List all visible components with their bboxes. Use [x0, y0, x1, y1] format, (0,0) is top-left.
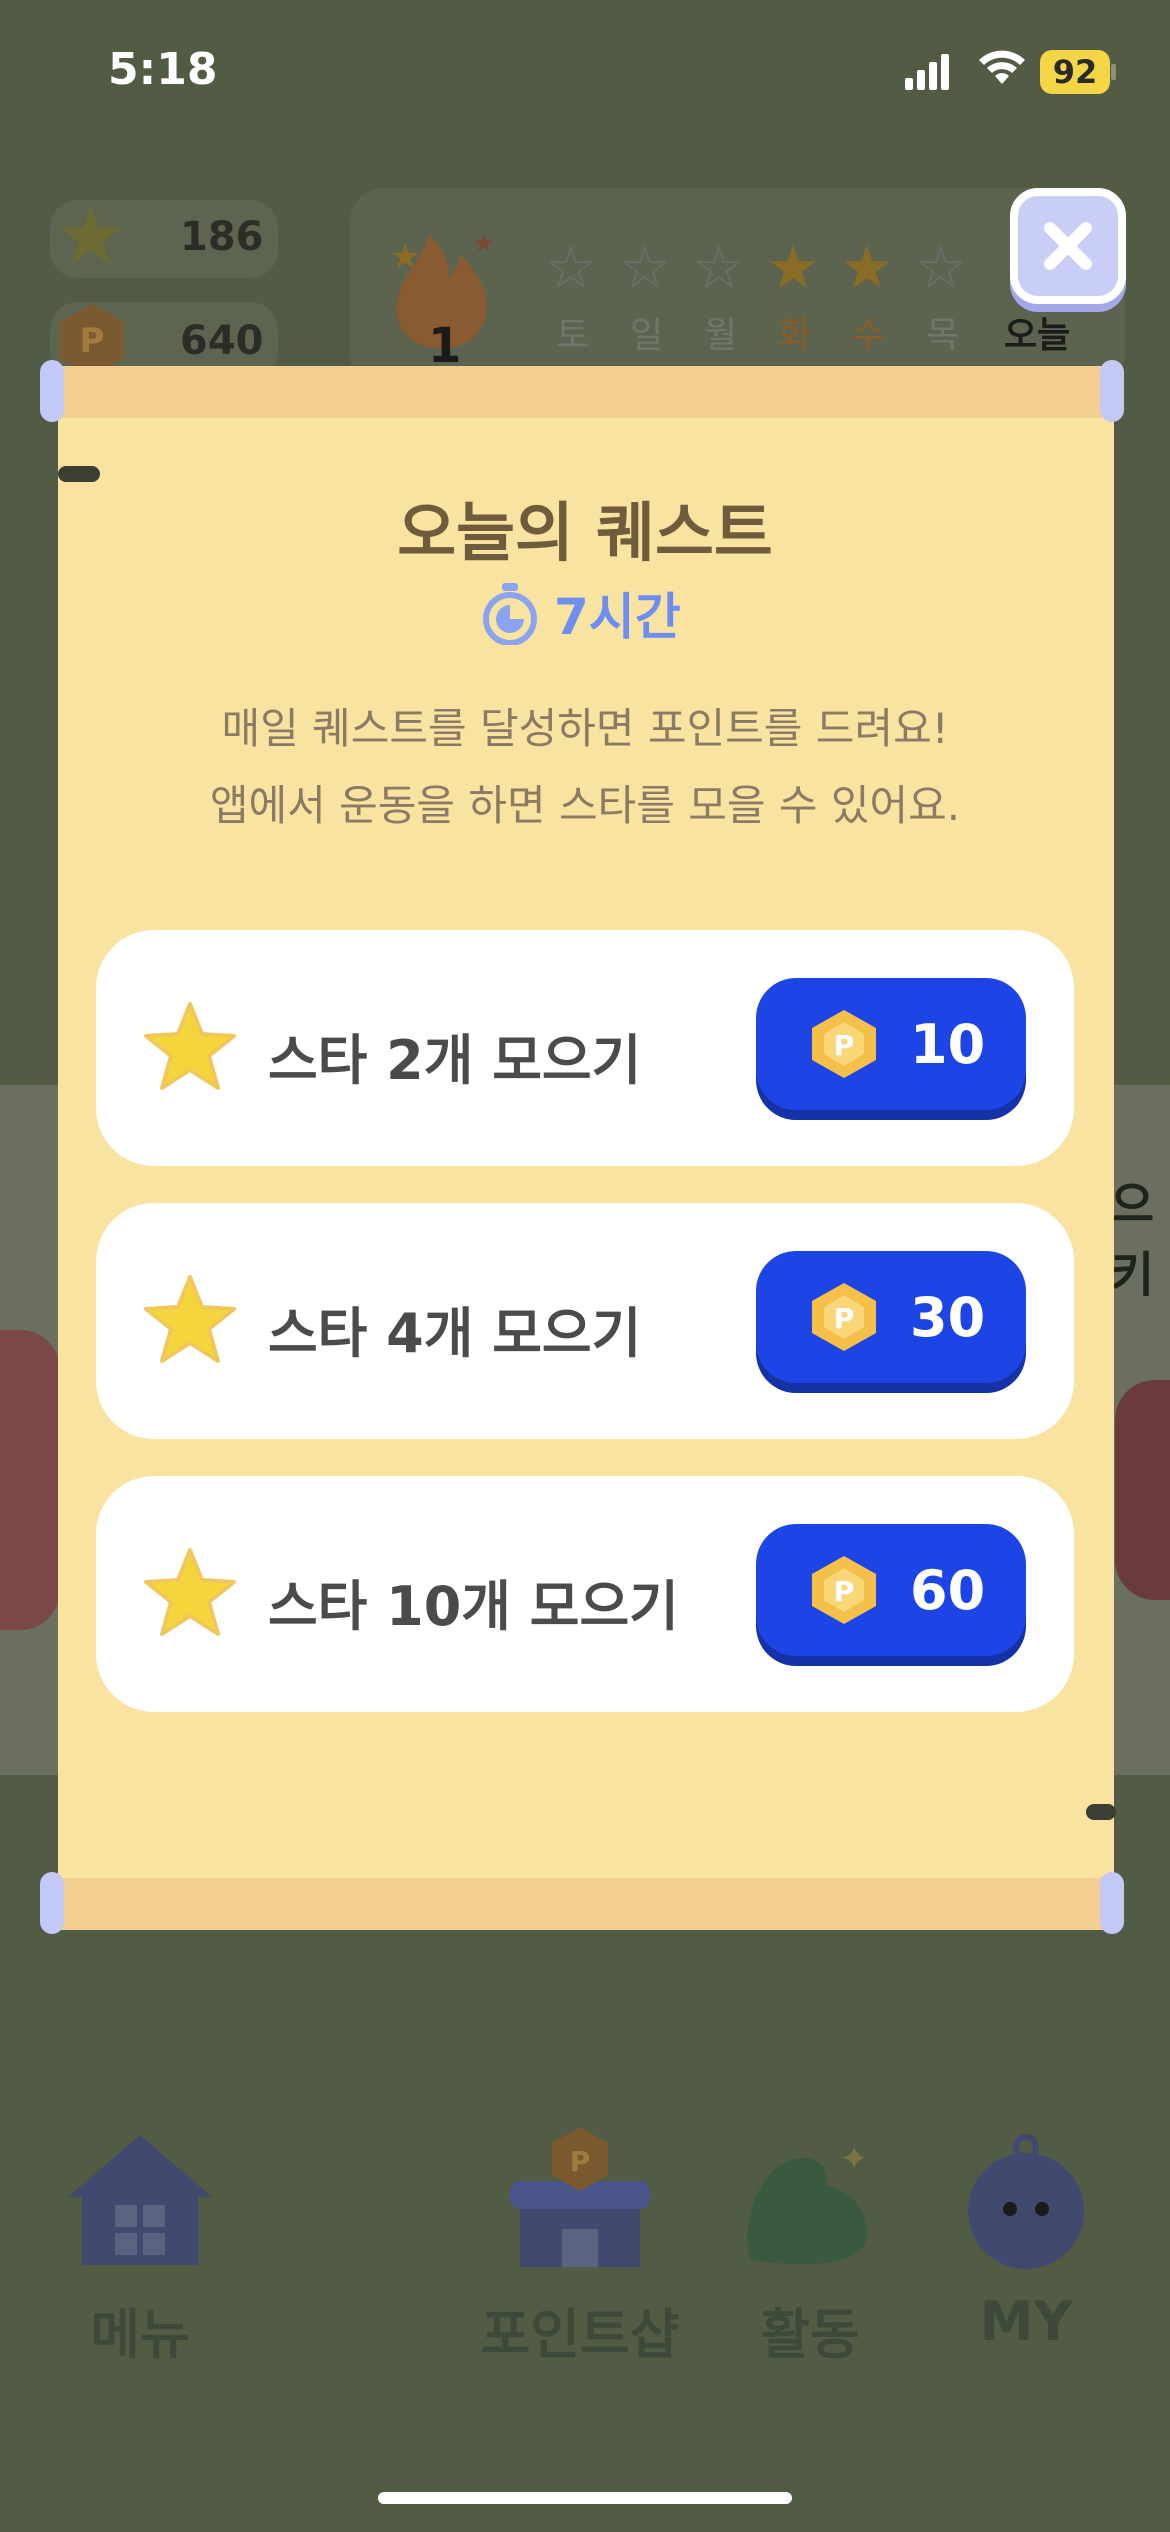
- svg-text:✦: ✦: [840, 2139, 869, 2179]
- timer-badge: 7시간: [480, 578, 700, 648]
- week-star-3: ★: [766, 233, 820, 303]
- roll-cap: [40, 360, 64, 422]
- nav-pointshop-label[interactable]: 포인트샵: [470, 2290, 690, 2369]
- reward-value: 10: [910, 1012, 986, 1076]
- roll-cap: [1100, 1872, 1124, 1934]
- battery-indicator: 92: [1040, 50, 1110, 94]
- cellular-signal-icon: [905, 50, 951, 90]
- star-icon: [144, 1002, 236, 1090]
- week-day-mon: 월: [704, 315, 738, 356]
- week-day-thu: 목: [926, 315, 960, 356]
- scroll-tab: [1086, 1804, 1116, 1820]
- background-character-right: [1115, 1380, 1170, 1600]
- quest-label: 스타 10개 모으기: [268, 1575, 679, 1638]
- home-indicator[interactable]: [378, 2492, 792, 2504]
- reward-button[interactable]: P 30: [756, 1251, 1026, 1383]
- svg-text:P: P: [80, 321, 105, 361]
- status-time: 5:18: [108, 44, 218, 95]
- week-star-0: ☆: [544, 233, 598, 303]
- nav-menu-label[interactable]: 메뉴: [60, 2290, 220, 2369]
- week-star-4: ★: [840, 233, 894, 303]
- svg-text:P: P: [570, 2145, 591, 2178]
- modal-description-line1: 매일 퀘스트를 달성하면 포인트를 드려요!: [221, 704, 949, 753]
- week-day-today: 오늘: [1004, 315, 1071, 356]
- point-symbol: P: [834, 1029, 855, 1062]
- modal-description-line2: 앱에서 운동을 하면 스타를 모을 수 있어요.: [209, 781, 961, 830]
- svg-text:★: ★: [390, 237, 420, 277]
- nav-activity-label[interactable]: 활동: [730, 2290, 890, 2369]
- reward-value: 60: [910, 1558, 986, 1622]
- star-count: 186: [180, 214, 264, 260]
- quest-card[interactable]: 스타 4개 모으기 P 30: [96, 1203, 1074, 1439]
- battery-tip: [1111, 64, 1116, 80]
- week-day-tue: 화: [778, 315, 812, 356]
- point-coin-icon: P: [812, 1010, 876, 1078]
- background-side-text: 으키: [1110, 1177, 1155, 1303]
- quest-card[interactable]: 스타 10개 모으기 P 60: [96, 1476, 1074, 1712]
- svg-text:★: ★: [472, 229, 495, 259]
- roll-cap: [1100, 360, 1124, 422]
- week-day-sat: 토: [556, 315, 590, 356]
- quest-label: 스타 2개 모으기: [268, 1029, 642, 1092]
- home-icon[interactable]: [60, 2125, 220, 2275]
- reward-value: 30: [910, 1285, 986, 1349]
- scroll-tab: [58, 466, 100, 482]
- scroll-bottom-roll: [48, 1878, 1118, 1930]
- stopwatch-icon: [483, 583, 537, 645]
- nav-my-label[interactable]: MY: [946, 2290, 1106, 2353]
- reward-button[interactable]: P 60: [756, 1524, 1026, 1656]
- background-character-left: [0, 1330, 60, 1630]
- scroll-top-roll: [48, 366, 1118, 418]
- point-symbol: P: [834, 1575, 855, 1608]
- shop-icon[interactable]: P: [500, 2125, 660, 2275]
- quest-card[interactable]: 스타 2개 모으기 P 10: [96, 930, 1074, 1166]
- star-icon: [144, 1548, 236, 1636]
- point-symbol: P: [834, 1302, 855, 1335]
- timer-text: 7시간: [554, 588, 681, 646]
- modal-title: 오늘의 퀘스트: [397, 497, 773, 571]
- point-coin-icon: P: [812, 1283, 876, 1351]
- week-star-5: ☆: [914, 233, 968, 303]
- point-coin-icon: P: [812, 1556, 876, 1624]
- character-icon[interactable]: [946, 2125, 1106, 2275]
- week-star-2: ☆: [692, 233, 746, 303]
- quest-label: 스타 4개 모으기: [268, 1302, 642, 1365]
- week-day-sun: 일: [630, 315, 664, 356]
- week-day-wed: 수: [852, 315, 886, 356]
- wifi-icon: [979, 50, 1025, 84]
- reward-button[interactable]: P 10: [756, 978, 1026, 1110]
- close-icon: [1044, 222, 1092, 270]
- close-button[interactable]: [1010, 188, 1126, 304]
- roll-cap: [40, 1872, 64, 1934]
- muscle-icon[interactable]: ✦: [730, 2130, 890, 2275]
- week-star-1: ☆: [618, 233, 672, 303]
- star-icon: [144, 1275, 236, 1363]
- point-count: 640: [180, 318, 264, 364]
- star-icon: ★: [54, 189, 128, 284]
